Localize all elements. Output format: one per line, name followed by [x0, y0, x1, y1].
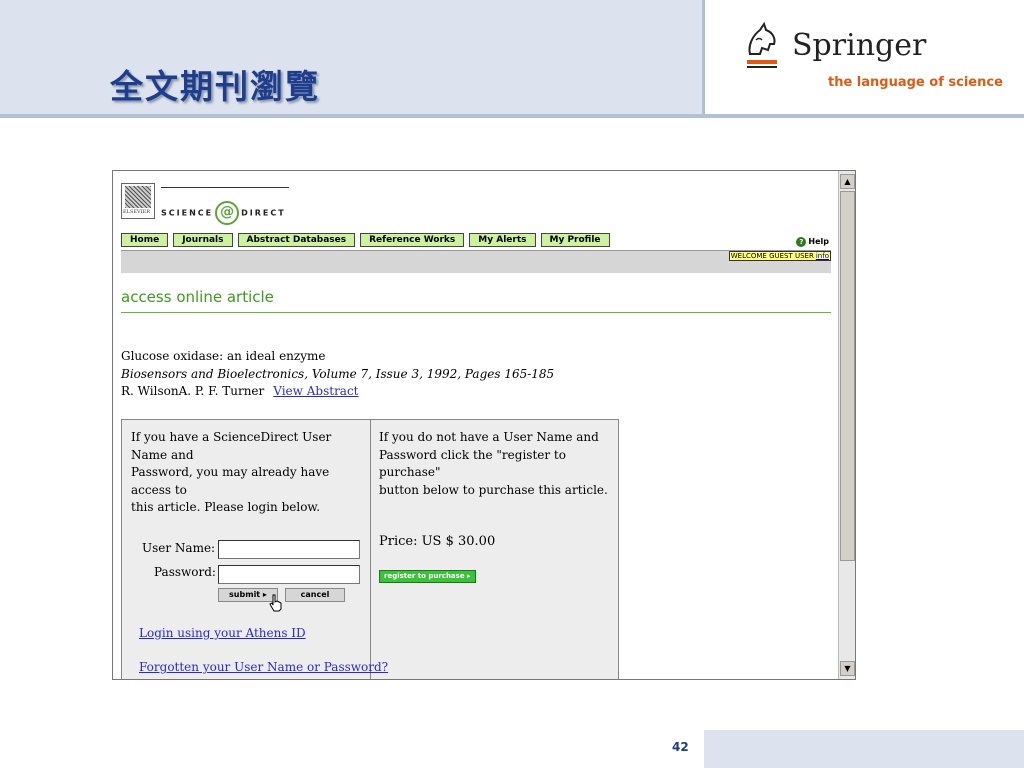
logo-tagline: the language of science [828, 75, 1003, 90]
slide-title: 全文期刊瀏覽 [110, 67, 320, 106]
elsevier-label: ELSEVIER [123, 209, 151, 215]
vertical-scrollbar[interactable]: ▲ ▼ [838, 171, 855, 679]
athens-login-link[interactable]: Login using your Athens ID [139, 626, 306, 640]
main-nav: Home Journals Abstract Databases Referen… [121, 233, 610, 247]
scroll-thumb[interactable] [840, 191, 855, 561]
username-input[interactable] [218, 540, 360, 559]
panel-divider [370, 420, 371, 679]
view-abstract-link[interactable]: View Abstract [273, 384, 358, 398]
password-input[interactable] [218, 565, 360, 584]
username-label: User Name: [142, 541, 216, 555]
scroll-up-icon[interactable]: ▲ [840, 174, 855, 189]
scroll-down-icon[interactable]: ▼ [840, 661, 855, 676]
register-to-purchase-button[interactable]: register to purchase ▸ [379, 570, 476, 583]
password-label: Password: [154, 565, 216, 579]
section-rule [121, 312, 831, 313]
article-title: Glucose oxidase: an ideal enzyme [121, 349, 326, 363]
cancel-button[interactable]: cancel [285, 588, 345, 602]
article-authors: R. WilsonA. P. F. Turner View Abstract [121, 384, 359, 398]
hand-cursor-icon [269, 594, 282, 612]
sciencedirect-wordmark: SCIENCE @ DIRECT [161, 201, 286, 225]
info-link[interactable]: info [816, 252, 829, 260]
user-bar [121, 250, 831, 273]
forgot-credentials-link[interactable]: Forgotten your User Name or Password? [139, 660, 388, 674]
nav-reference-works[interactable]: Reference Works [360, 233, 465, 247]
elsevier-tree-icon [125, 186, 151, 208]
welcome-badge: WELCOME GUEST USER info [728, 251, 831, 261]
nav-journals[interactable]: Journals [173, 233, 233, 247]
header-band [0, 0, 704, 114]
article-journal: Biosensors and Bioelectronics, Volume 7,… [121, 367, 555, 381]
springer-logo: Springer the language of science [742, 22, 1003, 102]
access-panel: If you have a ScienceDirect User Name an… [121, 419, 619, 679]
nav-my-alerts[interactable]: My Alerts [469, 233, 536, 247]
at-icon: @ [215, 201, 240, 225]
horse-head-icon [747, 22, 777, 68]
header-rule [0, 114, 1024, 118]
nav-abstract-databases[interactable]: Abstract Databases [237, 233, 356, 247]
page-number: 42 [672, 740, 689, 754]
elsevier-logo: ELSEVIER [121, 183, 155, 219]
header-divider [702, 0, 705, 114]
logo-wordmark: Springer [792, 28, 927, 63]
logo-rule [161, 187, 289, 188]
section-title: access online article [121, 288, 274, 306]
help-link[interactable]: ? Help [796, 237, 829, 247]
help-icon: ? [796, 237, 807, 247]
footer-band [704, 730, 1024, 768]
nav-home[interactable]: Home [121, 233, 169, 247]
browser-screenshot: ELSEVIER SCIENCE @ DIRECT Home Journals Ab… [112, 170, 856, 680]
login-intro: If you have a ScienceDirect User Name an… [131, 430, 332, 514]
purchase-intro: If you do not have a User Name and Passw… [379, 430, 608, 497]
article-price: Price: US $ 30.00 [379, 534, 496, 549]
sciencedirect-logo: ELSEVIER SCIENCE @ DIRECT [121, 183, 291, 225]
nav-my-profile[interactable]: My Profile [540, 233, 610, 247]
